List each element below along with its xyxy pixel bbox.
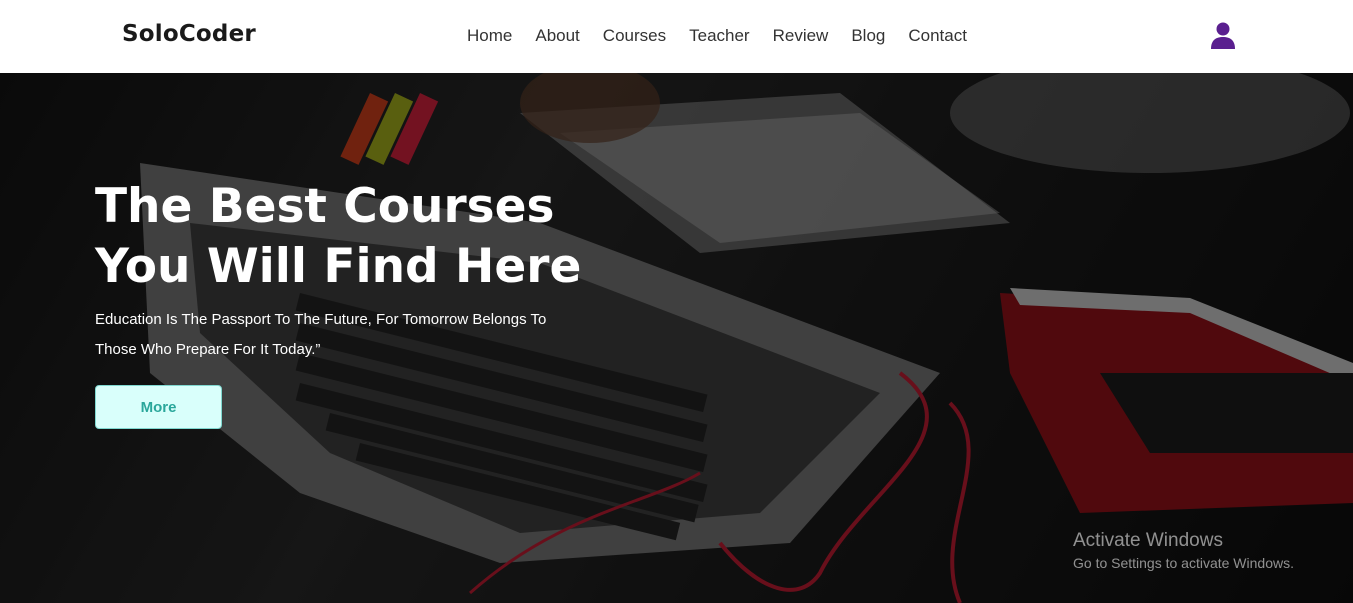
nav-link-blog[interactable]: Blog (851, 26, 885, 46)
hero-title-line-2: You Will Find Here (95, 239, 582, 294)
brand-logo[interactable]: SoloCoder (122, 21, 256, 47)
nav-link-review[interactable]: Review (773, 26, 829, 46)
watermark-title: Activate Windows (1073, 530, 1223, 551)
more-button[interactable]: More (95, 385, 222, 429)
navbar: SoloCoder Home About Courses Teacher Rev… (0, 0, 1353, 73)
nav-link-teacher[interactable]: Teacher (689, 26, 749, 46)
windows-activation-watermark: Activate Windows Go to Settings to activ… (1073, 529, 1294, 573)
hero-subtitle: Education Is The Passport To The Future,… (95, 311, 547, 358)
nav-link-about[interactable]: About (535, 26, 579, 46)
nav-links: Home About Courses Teacher Review Blog C… (467, 26, 990, 46)
nav-link-home[interactable]: Home (467, 26, 512, 46)
hero-section: The Best Courses You Will Find Here Educ… (0, 73, 1353, 603)
hero-title-line-1: The Best Courses (95, 179, 555, 234)
hero-title: The Best Courses You Will Find Here (95, 177, 615, 297)
nav-link-courses[interactable]: Courses (603, 26, 666, 46)
watermark-subtitle: Go to Settings to activate Windows. (1073, 555, 1294, 571)
nav-link-contact[interactable]: Contact (908, 26, 967, 46)
user-icon[interactable] (1210, 22, 1236, 49)
